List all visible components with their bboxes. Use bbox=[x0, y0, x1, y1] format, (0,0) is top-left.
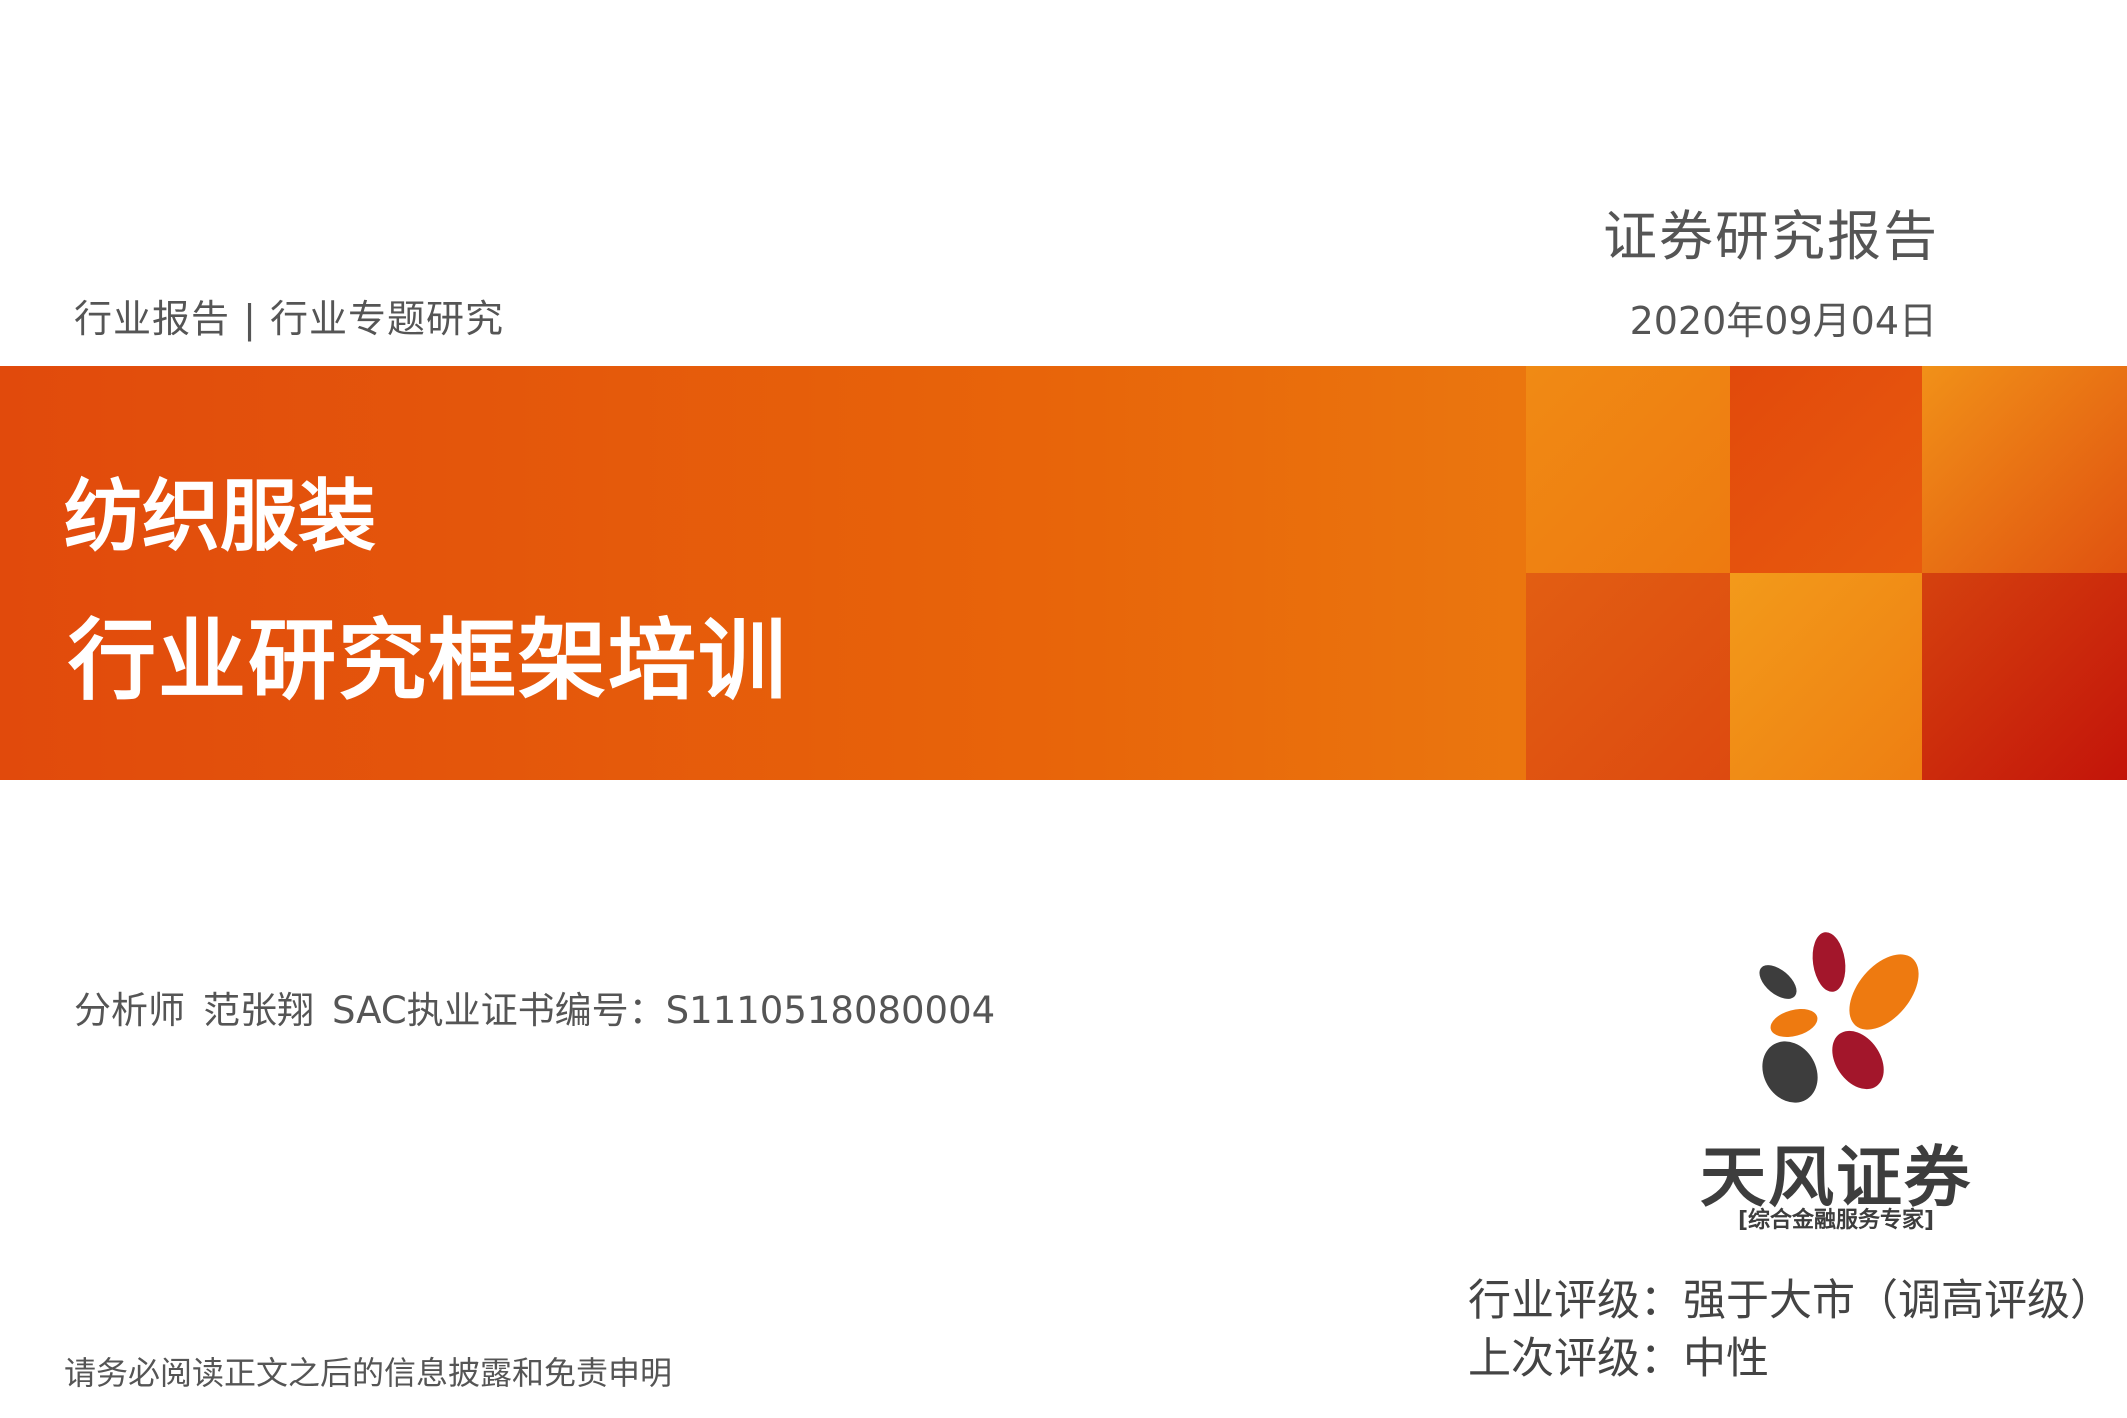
industry-name: 纺织服装 bbox=[64, 472, 377, 562]
analyst-name: 范张翔 bbox=[203, 989, 314, 1032]
analyst-license: SAC执业证书编号：S1110518080004 bbox=[332, 989, 996, 1032]
report-title: 行业研究框架培训 bbox=[68, 609, 789, 712]
disclaimer-note: 请务必阅读正文之后的信息披露和免责申明 bbox=[64, 1354, 673, 1392]
banner-tile bbox=[1730, 366, 1922, 573]
flower-logo-icon bbox=[1759, 932, 1919, 1103]
document-kind: 证券研究报告 bbox=[1603, 205, 1939, 268]
analyst-info: 分析师 范张翔 SAC执业证书编号：S1110518080004 bbox=[74, 980, 1013, 1034]
logo-tagline: [综合金融服务专家] bbox=[1737, 1208, 1935, 1233]
banner-tile bbox=[1922, 366, 2127, 573]
industry-rating: 行业评级：强于大市（调高评级） bbox=[1468, 1276, 2113, 1326]
banner-tile bbox=[1526, 366, 1730, 573]
analyst-role: 分析师 bbox=[74, 989, 185, 1032]
previous-rating: 上次评级：中性 bbox=[1468, 1334, 1769, 1384]
title-banner: 纺织服装 行业研究框架培训 bbox=[0, 366, 2127, 780]
banner-tile bbox=[1526, 573, 1730, 780]
report-date: 2020年09月04日 bbox=[1629, 299, 1937, 343]
banner-tile bbox=[1730, 573, 1922, 780]
company-logo: 天风证券 [综合金融服务专家] bbox=[1686, 920, 1986, 1240]
banner-tile bbox=[1922, 573, 2127, 780]
report-type: 行业报告 | 行业专题研究 bbox=[74, 297, 504, 341]
